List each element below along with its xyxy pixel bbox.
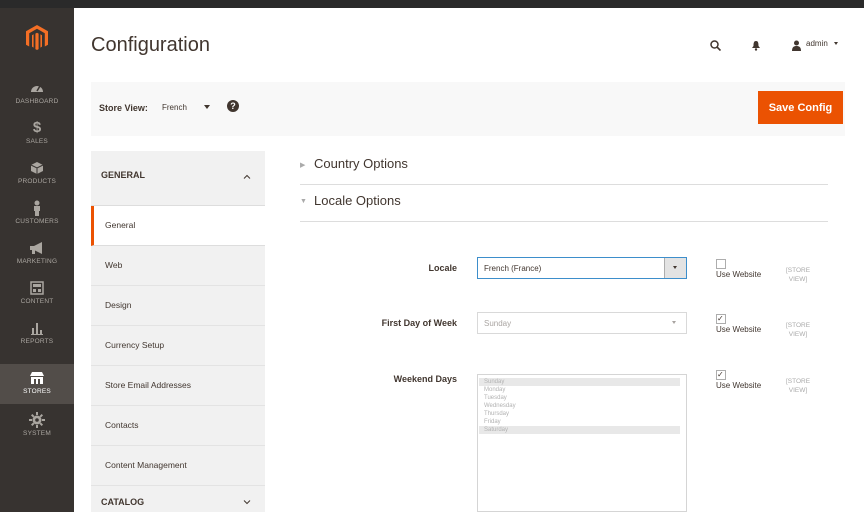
tab-group-catalog[interactable]: CATALOG	[91, 486, 265, 512]
locale-value: French (France)	[484, 264, 542, 273]
nav-system[interactable]: SYSTEM	[0, 412, 74, 452]
chevron-up-icon	[243, 174, 251, 179]
nav-label: MARKETING	[16, 258, 58, 265]
store-view-switcher[interactable]: French	[162, 103, 187, 112]
locale-label: Locale	[428, 263, 457, 273]
weekend-days-multiselect[interactable]: Sunday Monday Tuesday Wednesday Thursday…	[477, 374, 687, 512]
nav-label: DASHBOARD	[15, 98, 59, 105]
tab-label: Store Email Addresses	[105, 380, 191, 390]
chevron-down-icon	[664, 258, 686, 278]
nav-label: SALES	[26, 138, 48, 145]
chevron-down-icon	[664, 313, 686, 333]
gear-icon	[29, 412, 45, 428]
tab-store-email-addresses[interactable]: Store Email Addresses	[91, 366, 265, 406]
tab-label: Web	[105, 260, 123, 270]
nav-content[interactable]: CONTENT	[0, 280, 74, 320]
use-website-label: Use Website	[716, 381, 762, 390]
nav-label: STORES	[23, 388, 51, 395]
nav-label: CONTENT	[20, 298, 54, 305]
section-title: Country Options	[314, 156, 408, 171]
option-sunday[interactable]: Sunday	[479, 378, 680, 386]
nav-label: PRODUCTS	[17, 178, 57, 185]
scope-label: [STORE VIEW]	[785, 378, 811, 394]
use-website-checkbox[interactable]: ✓	[716, 370, 726, 380]
search-icon[interactable]	[710, 38, 722, 56]
nav-customers[interactable]: CUSTOMERS	[0, 200, 74, 240]
nav-sales[interactable]: $ SALES	[0, 120, 74, 160]
use-website-checkbox[interactable]	[716, 259, 726, 269]
option-tuesday[interactable]: Tuesday	[479, 394, 680, 402]
nav-marketing[interactable]: MARKETING	[0, 240, 74, 280]
page-frame: DASHBOARD $ SALES PRODUCTS CUSTOMERS MAR…	[0, 8, 864, 512]
nav-dashboard[interactable]: DASHBOARD	[0, 80, 74, 120]
tab-label: Design	[105, 300, 132, 310]
megaphone-icon	[30, 242, 42, 254]
save-config-button[interactable]: Save Config	[758, 91, 843, 124]
first-day-value: Sunday	[484, 319, 512, 328]
use-website-label: Use Website	[716, 325, 762, 334]
chevron-down-icon[interactable]	[204, 105, 210, 109]
bar-chart-icon	[31, 323, 43, 335]
chevron-down-icon	[834, 42, 839, 46]
tab-group-general[interactable]: GENERAL	[91, 151, 265, 206]
expand-arrow-icon: ▶	[300, 162, 306, 169]
nav-label: CUSTOMERS	[15, 218, 59, 225]
section-title: Locale Options	[314, 193, 401, 208]
tab-web[interactable]: Web	[91, 246, 265, 286]
weekend-days-label: Weekend Days	[393, 374, 457, 384]
tab-group-title: GENERAL	[101, 170, 146, 180]
option-monday[interactable]: Monday	[479, 386, 680, 394]
store-icon	[30, 372, 44, 384]
layout-icon	[30, 281, 44, 295]
option-saturday[interactable]: Saturday	[479, 426, 680, 434]
use-website-checkbox[interactable]: ✓	[716, 314, 726, 324]
tab-currency-setup[interactable]: Currency Setup	[91, 326, 265, 366]
nav-label: SYSTEM	[23, 430, 51, 437]
dollar-icon: $	[32, 119, 42, 136]
section-country-options[interactable]: ▶ Country Options	[300, 148, 828, 185]
tab-general[interactable]: General	[91, 206, 265, 246]
tab-group-title: CATALOG	[101, 497, 145, 507]
scope-label: [STORE VIEW]	[785, 322, 811, 338]
tab-contacts[interactable]: Contacts	[91, 406, 265, 446]
collapse-arrow-icon: ▼	[300, 198, 307, 205]
tab-label: Currency Setup	[105, 340, 165, 350]
option-wednesday[interactable]: Wednesday	[479, 402, 680, 410]
config-tabs: GENERAL General Web Design Currency Setu…	[91, 151, 265, 512]
option-friday[interactable]: Friday	[479, 418, 680, 426]
cube-icon	[30, 162, 44, 174]
page-title: Configuration	[91, 34, 210, 56]
admin-sidebar: DASHBOARD $ SALES PRODUCTS CUSTOMERS MAR…	[0, 8, 74, 512]
person-icon	[34, 200, 40, 216]
bell-icon[interactable]	[751, 38, 761, 56]
magento-logo-icon[interactable]	[0, 8, 74, 68]
nav-products[interactable]: PRODUCTS	[0, 160, 74, 200]
dashboard-icon	[31, 85, 43, 92]
first-day-select[interactable]: Sunday	[477, 312, 687, 334]
first-day-use-website[interactable]: ✓ Use Website	[716, 314, 766, 334]
admin-user-menu[interactable]: admin	[806, 39, 839, 48]
scope-label: [STORE VIEW]	[785, 267, 811, 283]
option-thursday[interactable]: Thursday	[479, 410, 680, 418]
admin-username: admin	[806, 39, 828, 48]
nav-reports[interactable]: REPORTS	[0, 320, 74, 360]
locale-select[interactable]: French (France)	[477, 257, 687, 279]
tab-label: Contacts	[105, 420, 139, 430]
user-icon[interactable]	[791, 38, 802, 56]
use-website-label: Use Website	[716, 270, 762, 279]
first-day-label: First Day of Week	[381, 318, 457, 328]
store-view-bar: Store View: French ? Save Config	[91, 82, 845, 136]
nav-stores[interactable]: STORES	[0, 364, 74, 404]
nav-label: REPORTS	[20, 338, 54, 345]
section-locale-options[interactable]: ▼ Locale Options	[300, 185, 828, 222]
tab-content-management[interactable]: Content Management	[91, 446, 265, 486]
tab-design[interactable]: Design	[91, 286, 265, 326]
weekend-days-use-website[interactable]: ✓ Use Website	[716, 370, 766, 390]
store-view-label: Store View:	[99, 103, 148, 113]
tab-label: Content Management	[105, 460, 187, 470]
tab-label: General	[105, 220, 136, 230]
locale-use-website[interactable]: Use Website	[716, 259, 766, 279]
help-icon[interactable]: ?	[227, 100, 239, 112]
chevron-down-icon	[243, 500, 251, 505]
